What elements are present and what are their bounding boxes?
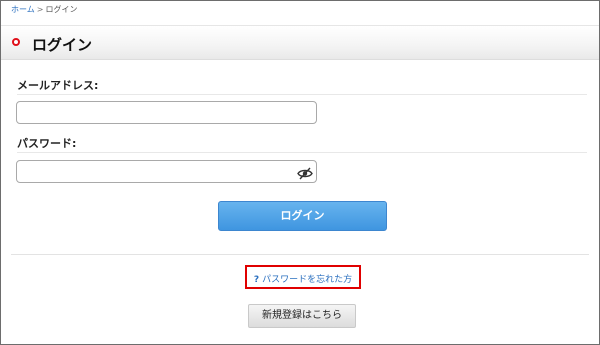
page-title: ログイン: [32, 36, 93, 54]
breadcrumb-home-link[interactable]: ホーム: [11, 5, 35, 14]
login-button[interactable]: ログイン: [218, 201, 387, 231]
email-label: メールアドレス:: [17, 79, 99, 92]
password-label-divider: [17, 152, 587, 153]
email-field[interactable]: [16, 101, 317, 124]
register-button[interactable]: 新規登録はこちら: [248, 304, 356, 328]
password-field[interactable]: [16, 160, 317, 183]
forgot-password-highlight: ? パスワードを忘れた方: [245, 265, 361, 289]
breadcrumb-separator: >: [36, 5, 44, 14]
login-page: ホーム > ログイン ログイン メールアドレス: パスワード: ログイン ? パスワー…: [0, 0, 600, 345]
page-title-bar: ログイン: [1, 25, 599, 60]
section-divider: [11, 254, 589, 255]
email-label-divider: [17, 94, 587, 95]
breadcrumb: ホーム > ログイン: [11, 4, 77, 15]
forgot-password-link[interactable]: パスワードを忘れた方: [262, 275, 352, 285]
password-label: パスワード:: [17, 137, 77, 150]
question-icon: ?: [253, 275, 260, 285]
breadcrumb-current: ログイン: [45, 5, 78, 14]
title-bullet-icon: [12, 38, 20, 46]
eye-slash-icon[interactable]: [297, 165, 313, 180]
